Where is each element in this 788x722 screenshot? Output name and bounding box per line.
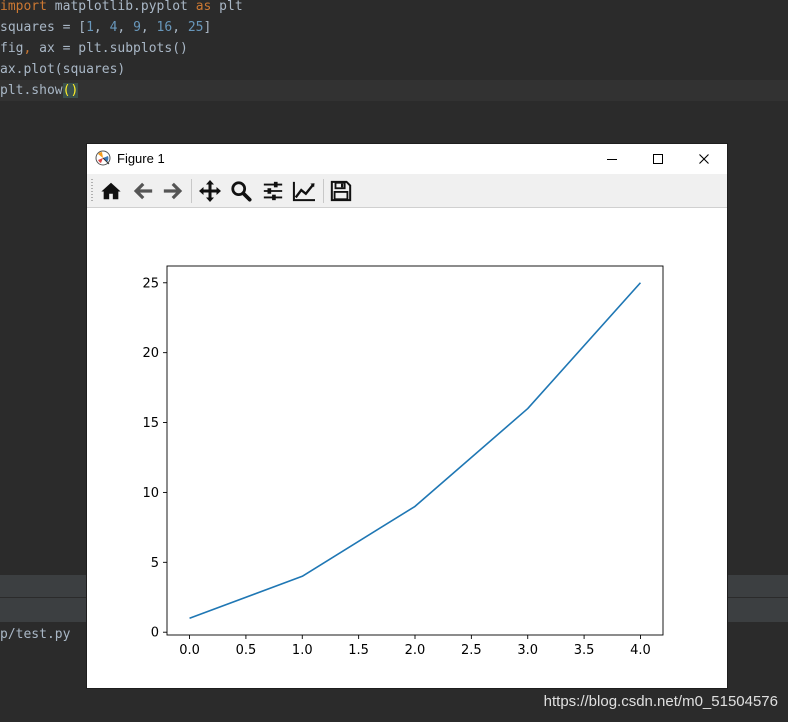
matplotlib-logo-icon bbox=[95, 150, 111, 166]
navigation-toolbar bbox=[87, 174, 727, 208]
code-token: 16 bbox=[156, 20, 173, 35]
y-tick-label: 15 bbox=[142, 416, 159, 431]
code-token: , bbox=[140, 20, 157, 35]
code-token: 9 bbox=[133, 20, 141, 35]
code-line[interactable]: squares = [1, 4, 9, 16, 25] bbox=[0, 17, 211, 38]
watermark-text: https://blog.csdn.net/m0_51504576 bbox=[543, 693, 778, 710]
configure-subplots-button[interactable] bbox=[259, 177, 287, 205]
x-tick-label: 3.0 bbox=[517, 643, 538, 658]
y-tick-label: 0 bbox=[151, 626, 159, 641]
edit-axis-button[interactable] bbox=[290, 177, 318, 205]
title-bar[interactable]: Figure 1 bbox=[87, 144, 727, 174]
code-token: squares = [ bbox=[0, 20, 87, 35]
forward-button[interactable] bbox=[159, 177, 187, 205]
toolbar-grip[interactable] bbox=[91, 179, 93, 203]
minimize-button[interactable] bbox=[589, 144, 635, 174]
code-token: , bbox=[117, 20, 134, 35]
close-icon bbox=[699, 154, 709, 164]
figure-canvas[interactable]: 0.0 0.5 1.0 1.5 2.0 2.5 3.0 3.5 4.0 0 5 10 15 20 25 bbox=[87, 208, 727, 688]
code-token: plt bbox=[211, 0, 243, 14]
x-tick-label: 1.0 bbox=[292, 643, 313, 658]
code-token: , bbox=[172, 20, 188, 35]
figure-background bbox=[87, 208, 727, 688]
save-button[interactable] bbox=[327, 177, 355, 205]
x-tick-label: 3.5 bbox=[574, 643, 595, 658]
back-button[interactable] bbox=[129, 177, 157, 205]
configure-subplots-icon bbox=[263, 181, 283, 201]
edit-axis-icon bbox=[292, 181, 315, 202]
code-token: ax.plot(squares) bbox=[0, 62, 126, 77]
forward-icon bbox=[163, 182, 183, 200]
maximize-icon bbox=[653, 154, 663, 164]
pan-icon bbox=[199, 180, 221, 202]
minimize-icon bbox=[607, 159, 617, 160]
code-line[interactable]: fig, ax = plt.subplots() bbox=[0, 38, 188, 59]
zoom-button[interactable] bbox=[227, 177, 255, 205]
y-tick-label: 25 bbox=[142, 276, 159, 291]
toolbar-separator bbox=[323, 179, 324, 203]
x-tick-label: 0.5 bbox=[236, 643, 257, 658]
close-button[interactable] bbox=[681, 144, 727, 174]
code-token: 25 bbox=[187, 20, 204, 35]
code-token: plt.show bbox=[0, 83, 63, 98]
zoom-icon bbox=[231, 181, 252, 202]
home-button[interactable] bbox=[97, 177, 125, 205]
code-line[interactable]: import matplotlib.pyplot as plt bbox=[0, 0, 243, 17]
x-tick-label: 2.5 bbox=[461, 643, 482, 658]
window-title: Figure 1 bbox=[117, 151, 165, 166]
y-tick-label: 10 bbox=[142, 486, 159, 501]
code-token: () bbox=[62, 83, 79, 98]
home-icon bbox=[101, 182, 121, 200]
figure-window: Figure 1 0.0 0.5 1.0 1.5 2.0 2.5 3.0 3.5… bbox=[87, 144, 727, 688]
code-token: , bbox=[93, 20, 110, 35]
toolbar-separator bbox=[191, 179, 192, 203]
code-line[interactable]: ax.plot(squares) bbox=[0, 59, 125, 80]
y-tick-label: 20 bbox=[142, 346, 159, 361]
code-token: as bbox=[195, 0, 212, 14]
y-tick-label: 5 bbox=[151, 556, 159, 571]
code-token: ax = plt.subplots() bbox=[31, 41, 188, 56]
maximize-button[interactable] bbox=[635, 144, 681, 174]
code-line[interactable]: plt.show() bbox=[0, 80, 788, 101]
code-token: import bbox=[0, 0, 47, 14]
pan-button[interactable] bbox=[196, 177, 224, 205]
x-tick-label: 0.0 bbox=[179, 643, 200, 658]
run-output-path: p/test.py bbox=[0, 627, 71, 642]
code-token: ] bbox=[203, 20, 212, 35]
code-token: matplotlib.pyplot bbox=[46, 0, 196, 14]
x-tick-label: 4.0 bbox=[630, 643, 651, 658]
save-icon bbox=[330, 180, 352, 202]
back-icon bbox=[133, 182, 153, 200]
x-tick-label: 1.5 bbox=[348, 643, 369, 658]
x-tick-label: 2.0 bbox=[405, 643, 426, 658]
code-token: 1 bbox=[86, 20, 94, 35]
code-token: fig bbox=[0, 41, 24, 56]
